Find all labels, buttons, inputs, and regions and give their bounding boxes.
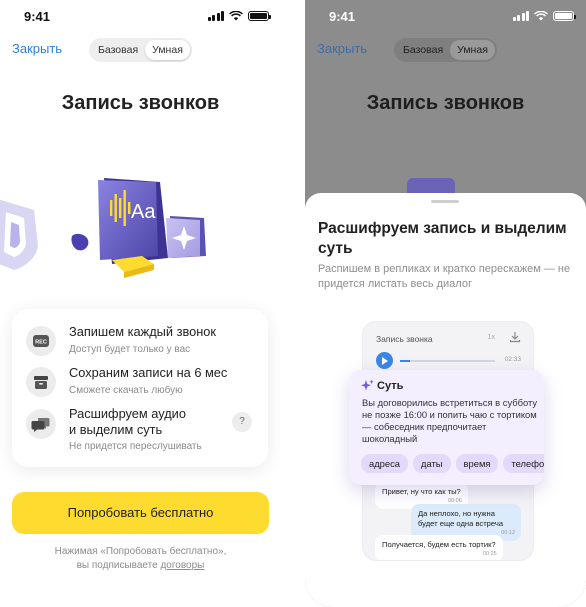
chip-addresses[interactable]: адреса — [361, 454, 409, 473]
legal-note: Нажимая «Попробовать бесплатно», вы подп… — [0, 545, 281, 573]
mode-switch: Базовая Умная — [394, 38, 497, 62]
bottom-sheet: Расшифруем запись и выделим суть Распише… — [305, 193, 586, 607]
message-time: 00:25 — [482, 551, 497, 557]
battery-icon — [553, 11, 576, 21]
try-free-button[interactable]: Попробовать бесплатно — [12, 492, 269, 534]
chip-phones[interactable]: телефоны — [503, 454, 544, 473]
chat-bubbles-icon — [26, 409, 56, 439]
status-time: 9:41 — [24, 9, 51, 24]
record-header: Запись звонка — [376, 334, 433, 344]
rec-icon-label: REC — [35, 339, 47, 345]
feature-storage: Сохраним записи на 6 мес Сможете скачать… — [26, 364, 258, 400]
contracts-link[interactable]: договоры — [160, 560, 204, 571]
rec-icon: REC — [26, 326, 56, 356]
legal-line-2: вы подписываете — [76, 560, 161, 571]
feature-transcribe: Расшифруем аудио и выделим суть Не приде… — [26, 405, 258, 455]
tab-smart[interactable]: Умная — [450, 40, 495, 60]
sheet-subtitle: Распишем в репликах и кратко перескажем … — [318, 263, 571, 290]
close-button[interactable]: Закрыть — [317, 41, 367, 56]
features-card: REC Запишем каждый звонок Доступ будет т… — [12, 309, 268, 467]
shield-icon — [0, 199, 38, 270]
summary-title: Суть — [377, 380, 404, 392]
screen-transcript-sheet: 9:41 Закрыть Базовая Умная Запись звонко… — [305, 0, 586, 607]
playback-speed: 1x — [487, 334, 495, 341]
message-text: Да неплохо, но нужна будет еще одна встр… — [418, 509, 504, 528]
download-icon — [509, 332, 521, 343]
message-text: Получается, будем есть тортик? — [382, 540, 496, 549]
screen-call-recording: 9:41 Закрыть Базовая Умная Запись звонко… — [0, 0, 281, 607]
status-bar: 9:41 — [305, 8, 586, 28]
audio-player: 02:33 — [376, 352, 521, 369]
chip-dates[interactable]: даты — [413, 454, 451, 473]
svg-text:Aa: Aa — [131, 201, 156, 223]
wifi-icon — [534, 11, 548, 21]
audio-duration: 02:33 — [504, 356, 521, 363]
chip-time[interactable]: время — [455, 454, 499, 473]
page-title: Запись звонков — [366, 92, 525, 114]
feature-subtitle: Не придется переслушивать — [69, 441, 202, 452]
wifi-icon — [229, 11, 243, 21]
status-time: 9:41 — [329, 9, 356, 24]
feature-subtitle: Доступ будет только у вас — [69, 344, 191, 355]
feature-title: Расшифруем аудио и выделим суть — [69, 406, 186, 437]
feature-subtitle: Сможете скачать любую — [69, 385, 183, 396]
feature-title: Запишем каждый звонок — [69, 324, 217, 339]
feature-title: Сохраним записи на 6 мес — [69, 365, 228, 380]
sheet-title: Расшифруем запись и выделим суть — [318, 220, 567, 257]
sheet-grabber[interactable] — [431, 200, 459, 203]
message-time: 00:12 — [501, 530, 515, 536]
message-bubble: Получается, будем есть тортик? 00:25 — [375, 535, 503, 560]
status-bar: 9:41 — [0, 8, 281, 28]
page-title: Запись звонков — [61, 92, 220, 114]
tab-smart[interactable]: Умная — [145, 40, 190, 60]
legal-line-1: Нажимая «Попробовать бесплатно», — [54, 546, 227, 557]
recording-illustration: Aa — [0, 178, 206, 278]
tab-basic[interactable]: Базовая — [396, 40, 450, 60]
signal-icon — [512, 11, 529, 21]
illustration-peek — [407, 178, 455, 194]
close-button[interactable]: Закрыть — [12, 41, 62, 56]
help-button[interactable]: ? — [232, 412, 252, 432]
battery-icon — [248, 11, 271, 21]
play-icon[interactable] — [376, 352, 393, 369]
tab-basic[interactable]: Базовая — [91, 40, 145, 60]
audio-transcript-icon: Aa — [98, 178, 168, 264]
feature-record: REC Запишем каждый звонок Доступ будет т… — [26, 323, 258, 359]
entity-chips: адреса даты время телефоны — [361, 454, 544, 473]
storage-box-icon — [26, 367, 56, 397]
summary-text: Вы договорились встретиться в субботу не… — [362, 397, 538, 444]
sparkle-icon — [166, 216, 206, 258]
mode-switch: Базовая Умная — [89, 38, 192, 62]
message-text: Привет, ну что как ты? — [382, 487, 461, 496]
audio-progress[interactable] — [400, 360, 495, 362]
summary-card: Суть Вы договорились встретиться в суббо… — [349, 370, 544, 485]
sparkle-icon — [361, 379, 374, 391]
signal-icon — [207, 11, 224, 21]
